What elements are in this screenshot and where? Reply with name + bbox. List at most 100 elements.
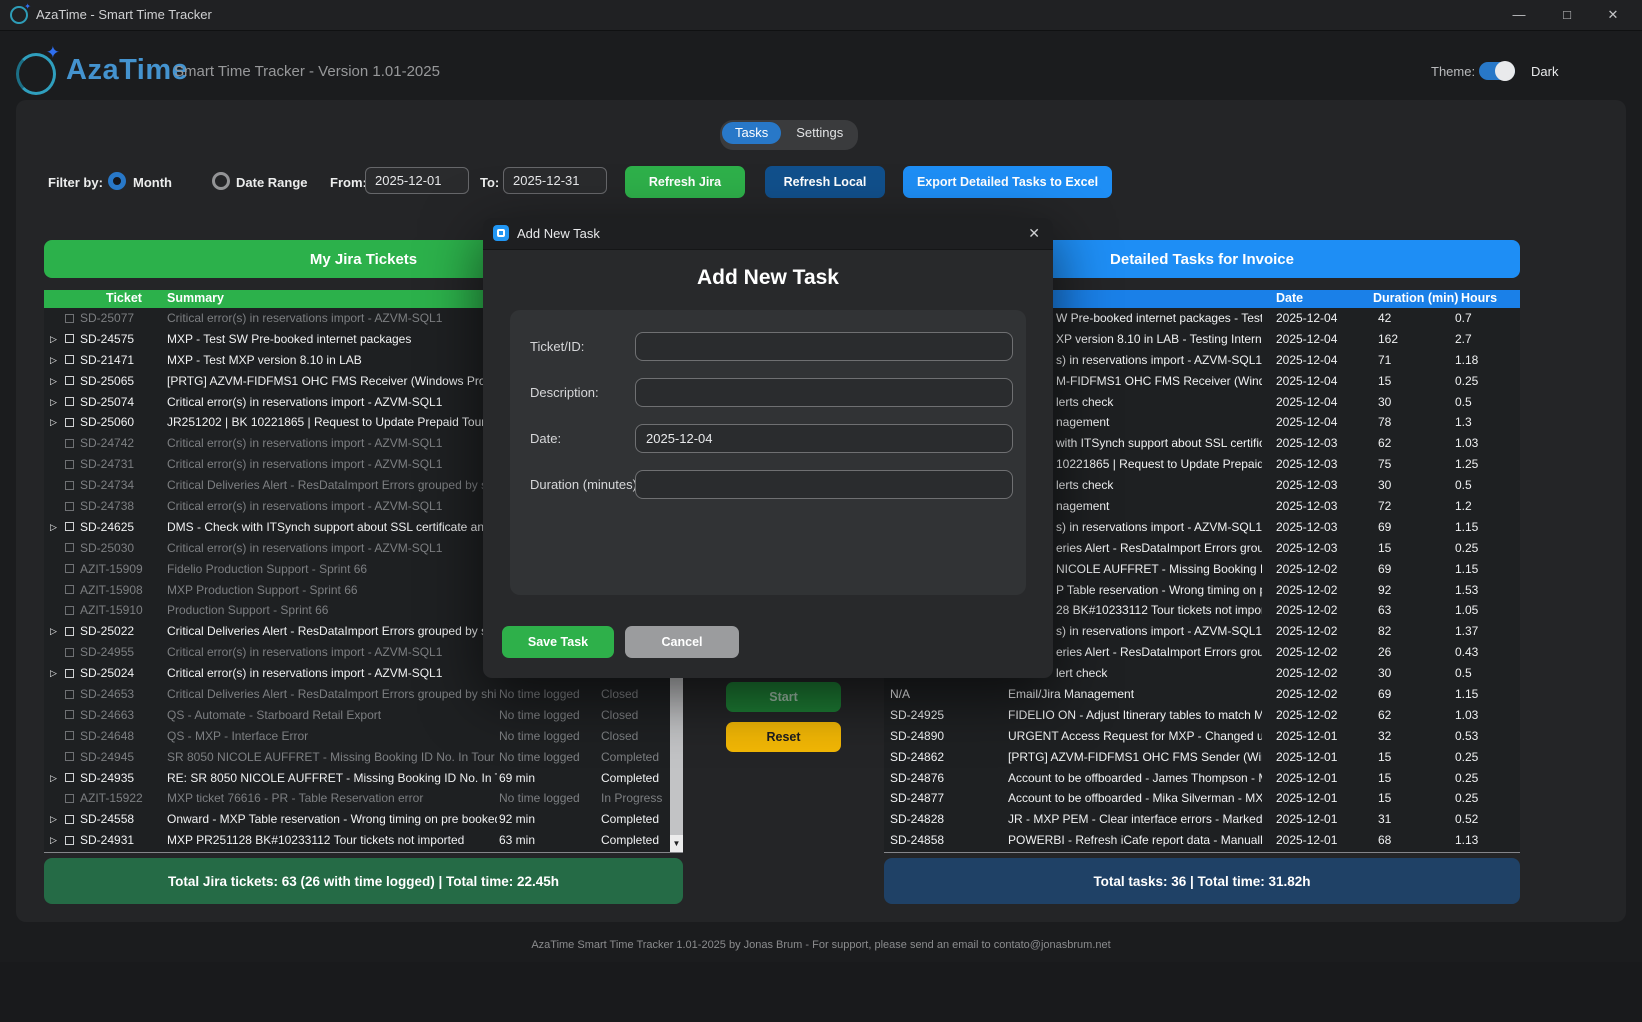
tab-settings[interactable]: Settings <box>783 122 856 144</box>
app-logo-icon <box>10 6 28 24</box>
row-checkbox[interactable] <box>65 355 74 364</box>
row-checkbox[interactable] <box>65 439 74 448</box>
description-cell: XP version 8.10 in LAB - Testing Interne… <box>1056 329 1262 350</box>
row-checkbox[interactable] <box>65 314 74 323</box>
jira-table-row[interactable]: AZIT-15922MXP ticket 76616 - PR - Table … <box>44 788 683 809</box>
month-label[interactable]: Month <box>133 175 172 190</box>
scroll-down-icon[interactable]: ▼ <box>670 835 683 852</box>
expand-icon[interactable]: ▷ <box>50 371 62 392</box>
tab-tasks[interactable]: Tasks <box>722 122 781 144</box>
row-checkbox[interactable] <box>65 564 74 573</box>
row-checkbox[interactable] <box>65 502 74 511</box>
ticket-cell: SD-25022 <box>80 621 166 642</box>
refresh-jira-button[interactable]: Refresh Jira <box>625 166 745 198</box>
task-table-row[interactable]: SD-24828JR - MXP PEM - Clear interface e… <box>884 809 1520 830</box>
row-checkbox[interactable] <box>65 710 74 719</box>
ticket-cell: AZIT-15910 <box>80 600 166 621</box>
row-checkbox[interactable] <box>65 731 74 740</box>
row-checkbox[interactable] <box>65 836 74 845</box>
row-checkbox[interactable] <box>65 522 74 531</box>
jira-table-row[interactable]: ▷SD-24935RE: SR 8050 NICOLE AUFFRET - Mi… <box>44 768 683 789</box>
description-input[interactable] <box>635 378 1013 407</box>
row-checkbox[interactable] <box>65 815 74 824</box>
expand-icon[interactable]: ▷ <box>50 663 62 684</box>
row-checkbox[interactable] <box>65 397 74 406</box>
task-table-row[interactable]: SD-24925FIDELIO ON - Adjust Itinerary ta… <box>884 705 1520 726</box>
summary-cell: Critical error(s) in reservations import… <box>167 308 497 329</box>
app-subtitle: Smart Time Tracker - Version 1.01-2025 <box>174 63 440 80</box>
task-table-row[interactable]: SD-24890URGENT Access Request for MXP - … <box>884 726 1520 747</box>
row-checkbox[interactable] <box>65 334 74 343</box>
jira-table-row[interactable]: SD-24663QS - Automate - Starboard Retail… <box>44 705 683 726</box>
row-checkbox[interactable] <box>65 460 74 469</box>
save-task-button[interactable]: Save Task <box>502 626 614 658</box>
date-column-header: Date <box>1276 291 1303 305</box>
duration-cell: 62 <box>1378 705 1433 726</box>
task-table-row[interactable]: SD-24858POWERBI - Refresh iCafe report d… <box>884 830 1520 851</box>
row-checkbox[interactable] <box>65 418 74 427</box>
from-date-input[interactable] <box>365 167 469 194</box>
refresh-local-button[interactable]: Refresh Local <box>765 166 885 198</box>
row-checkbox[interactable] <box>65 627 74 636</box>
ticket-cell: SD-25060 <box>80 412 166 433</box>
hours-cell: 0.43 <box>1455 642 1513 663</box>
task-table-row[interactable]: SD-24876Account to be offboarded - James… <box>884 768 1520 789</box>
reset-timer-button[interactable]: Reset <box>726 722 841 752</box>
task-table-row[interactable]: SD-24877Account to be offboarded - Mika … <box>884 788 1520 809</box>
theme-toggle[interactable] <box>1479 62 1515 80</box>
task-table-row[interactable]: SD-24862[PRTG] AZVM-FIDFMS1 OHC FMS Send… <box>884 747 1520 768</box>
task-table-row[interactable]: N/AEmail/Jira Management2025-12-02691.15 <box>884 684 1520 705</box>
row-checkbox[interactable] <box>65 543 74 552</box>
ticket-cell: SD-24738 <box>80 496 166 517</box>
duration-input[interactable] <box>635 470 1013 499</box>
summary-cell: JR251202 | BK 10221865 | Request to Upda… <box>167 412 497 433</box>
close-button[interactable]: ✕ <box>1590 0 1636 30</box>
description-cell: s) in reservations import - AZVM-SQL1 - … <box>1056 350 1262 371</box>
ticket-cell: SD-24575 <box>80 329 166 350</box>
expand-icon[interactable]: ▷ <box>50 830 62 851</box>
row-checkbox[interactable] <box>65 606 74 615</box>
maximize-button[interactable]: □ <box>1544 0 1590 30</box>
ticket-cell: SD-25074 <box>80 392 166 413</box>
date-input[interactable] <box>635 424 1013 453</box>
expand-icon[interactable]: ▷ <box>50 809 62 830</box>
expand-icon[interactable]: ▷ <box>50 329 62 350</box>
hours-cell: 0.25 <box>1455 747 1513 768</box>
date-range-radio[interactable] <box>212 172 230 190</box>
row-checkbox[interactable] <box>65 648 74 657</box>
ticket-cell: SD-21471 <box>80 350 166 371</box>
duration-cell: 69 <box>1378 559 1433 580</box>
minimize-button[interactable]: — <box>1496 0 1542 30</box>
expand-icon[interactable]: ▷ <box>50 768 62 789</box>
row-checkbox[interactable] <box>65 376 74 385</box>
to-date-input[interactable] <box>503 167 607 194</box>
export-excel-button[interactable]: Export Detailed Tasks to Excel <box>903 166 1112 198</box>
jira-table-row[interactable]: ▷SD-24558Onward - MXP Table reservation … <box>44 809 683 830</box>
hours-cell: 1.03 <box>1455 705 1513 726</box>
hours-cell: 1.03 <box>1455 433 1513 454</box>
row-checkbox[interactable] <box>65 794 74 803</box>
dialog-close-icon[interactable]: ✕ <box>1028 225 1040 242</box>
expand-icon[interactable]: ▷ <box>50 350 62 371</box>
ticket-id-input[interactable] <box>635 332 1013 361</box>
jira-table-row[interactable]: SD-24648QS - MXP - Interface ErrorNo tim… <box>44 726 683 747</box>
expand-icon[interactable]: ▷ <box>50 412 62 433</box>
row-checkbox[interactable] <box>65 773 74 782</box>
row-checkbox[interactable] <box>65 752 74 761</box>
date-cell: 2025-12-01 <box>1276 768 1364 789</box>
date-range-label[interactable]: Date Range <box>236 175 308 190</box>
month-radio[interactable] <box>108 172 126 190</box>
date-cell: 2025-12-03 <box>1276 517 1364 538</box>
row-checkbox[interactable] <box>65 481 74 490</box>
row-checkbox[interactable] <box>65 690 74 699</box>
jira-table-row[interactable]: SD-24653Critical Deliveries Alert - ResD… <box>44 684 683 705</box>
expand-icon[interactable]: ▷ <box>50 517 62 538</box>
expand-icon[interactable]: ▷ <box>50 392 62 413</box>
row-checkbox[interactable] <box>65 669 74 678</box>
jira-table-row[interactable]: ▷SD-24931MXP PR251128 BK#10233112 Tour t… <box>44 830 683 851</box>
row-checkbox[interactable] <box>65 585 74 594</box>
expand-icon[interactable]: ▷ <box>50 621 62 642</box>
jira-table-row[interactable]: SD-24945SR 8050 NICOLE AUFFRET - Missing… <box>44 747 683 768</box>
start-timer-button[interactable]: Start <box>726 682 841 712</box>
cancel-button[interactable]: Cancel <box>625 626 739 658</box>
